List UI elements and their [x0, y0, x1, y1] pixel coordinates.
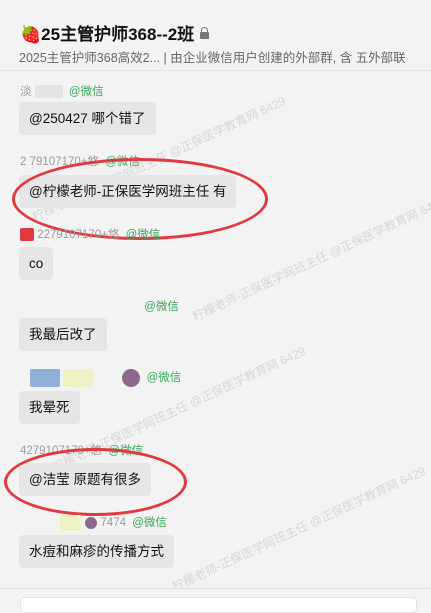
message-bubble[interactable]: @柠檬老师-正保医学网班主任 有 — [19, 175, 237, 208]
wechat-tag: @微信 — [144, 301, 179, 313]
chat-title-row[interactable]: 🍓25主管护师368--2班 — [20, 20, 210, 45]
sender-name[interactable]: 2279107170+悠 @微信 — [20, 226, 160, 242]
message-input[interactable] — [20, 597, 417, 613]
sender-name[interactable]: @微信 — [20, 369, 181, 387]
message-bubble[interactable]: co — [19, 247, 54, 280]
sender-name[interactable]: @微信 — [20, 298, 179, 314]
message-bubble[interactable]: 我最后改了 — [19, 318, 107, 351]
lock-icon — [200, 26, 210, 39]
wechat-tag: @微信 — [132, 517, 167, 529]
watermark: 柠檬老师-正保医学网班主任 @正保医学教育网 6429 — [170, 463, 428, 594]
watermark: 柠檬老师-正保医学网班主任 @正保医学教育网 6429 — [190, 193, 431, 324]
sender-name[interactable]: 4279107170+悠 @微信 — [20, 442, 143, 458]
wechat-tag: @微信 — [146, 372, 182, 385]
message-input-area — [0, 588, 431, 613]
wechat-tag: @微信 — [125, 229, 161, 241]
wechat-tag: @微信 — [105, 156, 140, 168]
sender-name[interactable]: 2 79107170+悠 @微信 — [20, 153, 140, 169]
chat-title[interactable]: 🍓25主管护师368--2班 — [20, 20, 194, 45]
chat-subtitle: 2025主管护师368高效2... | 由企业微信用户创建的外部群, 含 五外部… — [19, 51, 406, 65]
sender-name[interactable]: 淡 @微信 — [20, 83, 104, 99]
message-bubble[interactable]: @洁莹 原题有很多 — [19, 463, 151, 496]
sender-name[interactable]: 7474 @微信 — [20, 514, 167, 531]
message-bubble[interactable]: @250427 哪个错了 — [19, 102, 156, 135]
message-bubble[interactable]: 我晕死 — [19, 391, 80, 424]
wechat-tag: @微信 — [68, 86, 104, 98]
wechat-tag: @微信 — [108, 445, 144, 457]
message-bubble[interactable]: 水痘和麻疹的传播方式 — [19, 535, 174, 568]
chat-header: 🍓25主管护师368--2班 2025主管护师368高效2... | 由企业微信… — [0, 0, 431, 71]
